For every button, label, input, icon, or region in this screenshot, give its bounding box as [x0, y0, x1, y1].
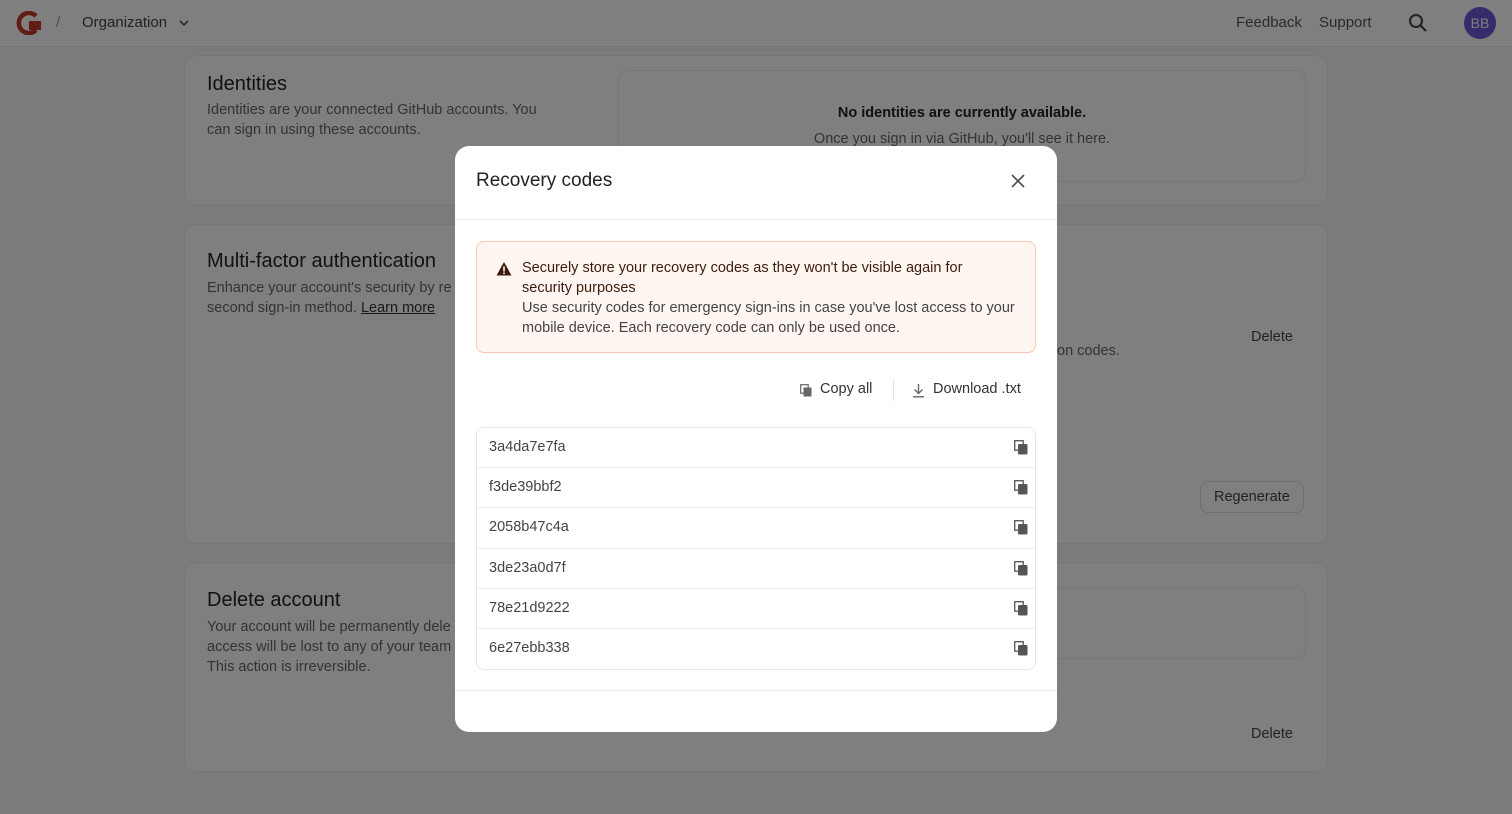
copy-icon	[800, 384, 812, 397]
close-icon[interactable]	[1008, 171, 1028, 191]
recovery-code: 6e27ebb338	[489, 639, 570, 656]
recovery-codes-dialog: Recovery codes Securely store your recov…	[455, 146, 1057, 732]
download-label: Download .txt	[933, 381, 1021, 397]
download-icon	[913, 384, 924, 398]
copy-all-button[interactable]: Copy all	[800, 381, 872, 397]
alert-body: Use security codes for emergency sign-in…	[522, 300, 1015, 336]
warning-icon	[496, 262, 512, 276]
list-item: 2058b47c4a	[477, 508, 1035, 549]
dialog-header-divider	[455, 219, 1057, 220]
recovery-code: 78e21d9222	[489, 599, 570, 616]
copy-all-label: Copy all	[820, 381, 873, 397]
copy-icon[interactable]	[1014, 560, 1028, 576]
dialog-title: Recovery codes	[476, 170, 613, 191]
recovery-codes-list: 3a4da7e7fa f3de39bbf2 2058b47c4a 3de23a0…	[476, 427, 1036, 671]
list-item: 3de23a0d7f	[477, 549, 1035, 589]
actions-divider	[893, 379, 894, 401]
list-item: 78e21d9222	[477, 589, 1035, 629]
copy-icon[interactable]	[1014, 480, 1028, 495]
list-item: f3de39bbf2	[477, 468, 1035, 509]
recovery-code: 3de23a0d7f	[489, 559, 566, 576]
copy-icon[interactable]	[1014, 520, 1028, 535]
list-item: 6e27ebb338	[477, 629, 1035, 669]
recovery-code: 2058b47c4a	[489, 519, 569, 536]
copy-icon[interactable]	[1014, 440, 1028, 455]
recovery-code: f3de39bbf2	[489, 479, 562, 496]
alert-title: Securely store your recovery codes as th…	[522, 260, 963, 296]
copy-icon[interactable]	[1014, 640, 1028, 656]
copy-icon[interactable]	[1014, 600, 1028, 616]
dialog-footer-divider	[455, 690, 1057, 691]
list-item: 3a4da7e7fa	[477, 428, 1035, 469]
recovery-code: 3a4da7e7fa	[489, 439, 566, 455]
warning-alert: Securely store your recovery codes as th…	[476, 241, 1036, 353]
download-txt-button[interactable]: Download .txt	[912, 381, 1021, 398]
